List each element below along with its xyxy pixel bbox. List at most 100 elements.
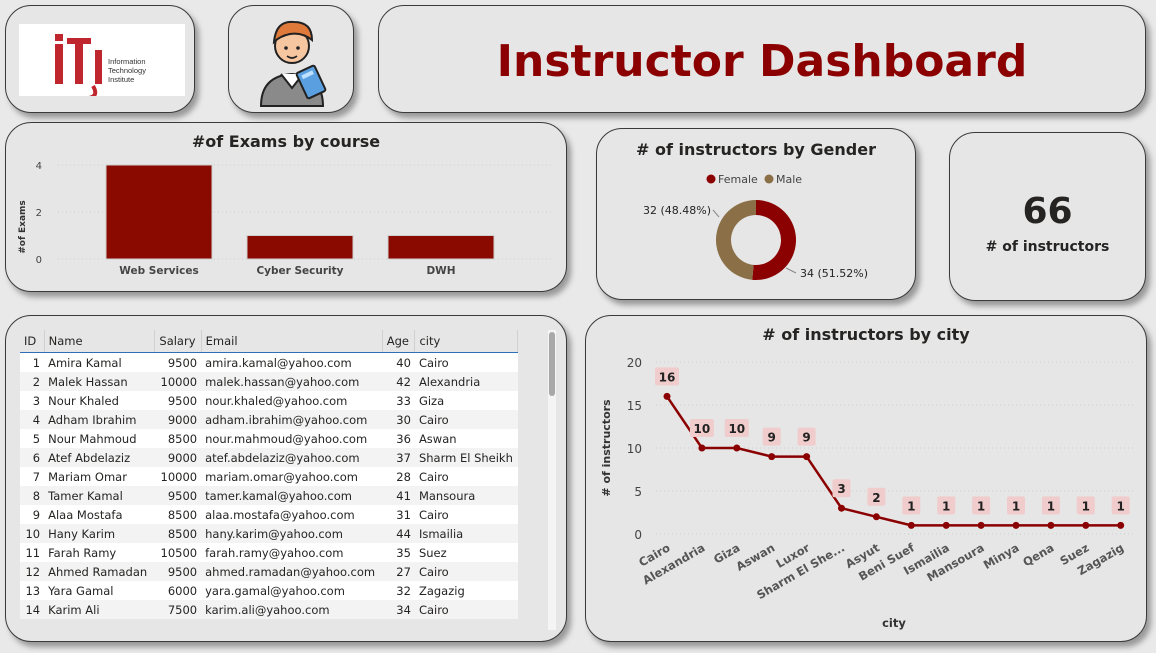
table-scrollbar[interactable] bbox=[548, 330, 556, 630]
donut-data-label: 34 (51.52%) bbox=[800, 267, 868, 280]
city-x-tick: Aswan bbox=[734, 540, 778, 573]
city-point[interactable] bbox=[803, 453, 811, 461]
table-cell: 41 bbox=[382, 486, 415, 505]
exams-x-tick: Web Services bbox=[119, 265, 198, 277]
exams-bar[interactable] bbox=[105, 164, 213, 260]
table-cell: Aswan bbox=[414, 429, 518, 448]
table-cell: 6 bbox=[20, 448, 45, 467]
table-cell: 12 bbox=[20, 562, 45, 581]
table-cell: 5 bbox=[20, 429, 45, 448]
table-row[interactable]: 13 Yara Gamal 6000 yara.gamal@yahoo.com 32 Za… bbox=[20, 581, 518, 600]
table-cell: Adham Ibrahim bbox=[44, 410, 155, 429]
table-cell: 8500 bbox=[154, 429, 202, 448]
city-point[interactable] bbox=[663, 392, 671, 400]
city-point[interactable] bbox=[1047, 521, 1055, 529]
column-header[interactable]: city bbox=[414, 330, 518, 353]
city-point[interactable] bbox=[977, 521, 985, 529]
iti-logo-icon: Information Technology Institute bbox=[55, 34, 146, 100]
city-point[interactable] bbox=[942, 521, 950, 529]
city-point[interactable] bbox=[733, 444, 741, 452]
table-cell: Cairo bbox=[414, 600, 518, 619]
table-cell: Malek Hassan bbox=[44, 372, 155, 391]
table-cell: 9500 bbox=[154, 486, 202, 505]
table-row[interactable]: 12 Ahmed Ramadan 9500 ahmed.ramadan@yahoo.c… bbox=[20, 562, 518, 581]
donut-leader bbox=[785, 267, 797, 274]
table-row[interactable]: 2 Malek Hassan 10000 malek.hassan@yahoo.com… bbox=[20, 372, 518, 391]
table-cell: adham.ibrahim@yahoo.com bbox=[201, 410, 383, 429]
city-point[interactable] bbox=[872, 513, 880, 521]
donut-slice[interactable] bbox=[715, 200, 756, 280]
table-cell: Amira Kamal bbox=[44, 352, 155, 372]
legend-marker bbox=[764, 174, 774, 184]
exams-bar[interactable] bbox=[387, 235, 495, 260]
table-cell: tamer.kamal@yahoo.com bbox=[201, 486, 383, 505]
table-cell: Mariam Omar bbox=[44, 467, 155, 486]
exams-by-course-card: #of Exams by course #of Exams 0 2 4 Web Ser… bbox=[5, 122, 567, 292]
city-point[interactable] bbox=[698, 444, 706, 452]
column-header[interactable]: Name bbox=[44, 330, 156, 353]
city-point[interactable] bbox=[1082, 521, 1090, 529]
column-header[interactable]: Salary bbox=[154, 330, 202, 353]
column-header[interactable]: ID bbox=[20, 330, 45, 353]
table-cell: 9500 bbox=[154, 352, 202, 372]
city-data-label: 1 bbox=[1117, 499, 1125, 513]
table-cell: Giza bbox=[414, 391, 518, 410]
table-cell: 10000 bbox=[154, 372, 202, 391]
table-cell: 42 bbox=[382, 372, 415, 391]
instructors-table: ID Name Salary Email Age city 1 Amira Kamal 950… bbox=[20, 330, 518, 619]
table-cell: Cairo bbox=[414, 467, 518, 486]
donut-slice[interactable] bbox=[752, 200, 796, 280]
city-point[interactable] bbox=[768, 453, 776, 461]
city-point[interactable] bbox=[907, 521, 915, 529]
table-row[interactable]: 11 Farah Ramy 10500 farah.ramy@yahoo.com 35 S… bbox=[20, 543, 518, 562]
table-cell: 34 bbox=[382, 600, 415, 619]
table-row[interactable]: 9 Alaa Mostafa 8500 alaa.mostafa@yahoo.com 3… bbox=[20, 505, 518, 524]
table-cell: 28 bbox=[382, 467, 415, 486]
legend-label[interactable]: Female bbox=[718, 173, 758, 186]
exams-y-axis-label: #of Exams bbox=[18, 200, 28, 254]
exams-bar[interactable] bbox=[246, 235, 354, 260]
table-cell: mariam.omar@yahoo.com bbox=[201, 467, 383, 486]
table-row[interactable]: 7 Mariam Omar 10000 mariam.omar@yahoo.com 28… bbox=[20, 467, 518, 486]
city-point[interactable] bbox=[1117, 521, 1125, 529]
table-viewport[interactable]: ID Name Salary Email Age city 1 Amira Kamal 950… bbox=[20, 330, 518, 628]
city-x-tick: Minya bbox=[981, 540, 1022, 572]
exams-y-tick: 2 bbox=[36, 208, 42, 219]
instructor-avatar-icon bbox=[259, 20, 327, 107]
table-cell: 7 bbox=[20, 467, 45, 486]
city-point[interactable] bbox=[838, 504, 845, 512]
table-row[interactable]: 1 Amira Kamal 9500 amira.kamal@yahoo.com 40 C… bbox=[20, 352, 518, 372]
table-row[interactable]: 5 Nour Mahmoud 8500 nour.mahmoud@yahoo.com 3… bbox=[20, 429, 518, 448]
column-header[interactable]: Email bbox=[201, 330, 383, 353]
table-row[interactable]: 8 Tamer Kamal 9500 tamer.kamal@yahoo.com 41 M… bbox=[20, 486, 518, 505]
exams-x-tick: DWH bbox=[426, 265, 455, 277]
table-cell: Karim Ali bbox=[44, 600, 155, 619]
instructor-count-card: 66 # of instructors bbox=[949, 132, 1146, 301]
table-cell: 1 bbox=[20, 352, 45, 372]
gender-card: # of instructors by Gender Female Male 34 … bbox=[596, 128, 916, 300]
header-card: Instructor Dashboard bbox=[378, 5, 1146, 113]
table-scrollbar-thumb[interactable] bbox=[549, 332, 555, 396]
table-cell: 9000 bbox=[154, 410, 202, 429]
table-row[interactable]: 3 Nour Khaled 9500 nour.khaled@yahoo.com 33 G… bbox=[20, 391, 518, 410]
city-y-tick: 0 bbox=[634, 528, 642, 542]
legend-marker bbox=[706, 174, 716, 184]
table-row[interactable]: 4 Adham Ibrahim 9000 adham.ibrahim@yahoo.co… bbox=[20, 410, 518, 429]
table-cell: 10000 bbox=[154, 467, 202, 486]
city-point[interactable] bbox=[1012, 521, 1020, 529]
city-data-label: 10 bbox=[728, 422, 745, 436]
city-data-label: 9 bbox=[768, 431, 776, 445]
table-cell: alaa.mostafa@yahoo.com bbox=[201, 505, 383, 524]
table-row[interactable]: 10 Hany Karim 8500 hany.karim@yahoo.com 44 Is… bbox=[20, 524, 518, 543]
table-cell: 10500 bbox=[154, 543, 202, 562]
logo-line-3: Institute bbox=[108, 75, 134, 84]
table-cell: 37 bbox=[382, 448, 415, 467]
legend-label[interactable]: Male bbox=[776, 173, 802, 186]
column-header[interactable]: Age bbox=[382, 330, 416, 353]
table-row[interactable]: 6 Atef Abdelaziz 9000 atef.abdelaziz@yahoo.… bbox=[20, 448, 518, 467]
table-row[interactable]: 14 Karim Ali 7500 karim.ali@yahoo.com 34 Cair… bbox=[20, 600, 518, 619]
table-cell: 40 bbox=[382, 352, 415, 372]
table-cell: 35 bbox=[382, 543, 415, 562]
donut-data-label: 32 (48.48%) bbox=[643, 204, 711, 217]
city-y-tick: 5 bbox=[634, 485, 642, 499]
